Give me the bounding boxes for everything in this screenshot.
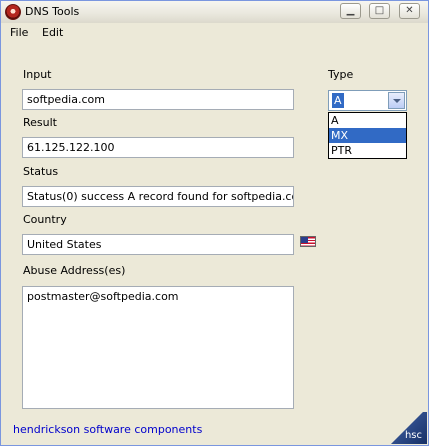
vendor-link[interactable]: hendrickson software components xyxy=(13,423,202,436)
menu-file[interactable]: File xyxy=(10,26,28,39)
type-option-mx[interactable]: MX xyxy=(329,128,406,143)
app-icon[interactable] xyxy=(5,4,21,20)
minimize-icon: ▁ xyxy=(346,5,355,16)
type-option-a[interactable]: A xyxy=(329,113,406,128)
status-field[interactable]: Status(0) success A record found for sof… xyxy=(22,186,294,207)
menu-edit[interactable]: Edit xyxy=(42,26,63,39)
dropdown-arrow-icon[interactable] xyxy=(388,92,405,109)
maximize-icon: □ xyxy=(374,5,385,16)
result-label: Result xyxy=(23,116,57,129)
type-select[interactable]: A xyxy=(328,90,407,111)
us-flag-icon xyxy=(300,236,316,247)
abuse-label: Abuse Address(es) xyxy=(23,264,126,277)
country-field[interactable]: United States xyxy=(22,234,294,255)
maximize-button[interactable]: □ xyxy=(369,3,390,19)
close-button[interactable]: ✕ xyxy=(399,3,420,19)
window-title: DNS Tools xyxy=(25,5,80,18)
type-label: Type xyxy=(328,68,354,81)
dns-tools-window: DNS Tools ▁ □ ✕ File Edit Input softpedi… xyxy=(0,0,429,446)
menu-bar: File Edit xyxy=(1,23,428,41)
type-option-ptr[interactable]: PTR xyxy=(329,143,406,158)
input-field[interactable]: softpedia.com xyxy=(22,89,294,110)
status-label: Status xyxy=(23,165,59,178)
minimize-button[interactable]: ▁ xyxy=(340,3,361,19)
country-label: Country xyxy=(23,213,67,226)
close-icon: ✕ xyxy=(405,5,414,16)
type-dropdown-list: A MX PTR xyxy=(328,112,407,159)
resize-grip[interactable]: hsc xyxy=(389,412,427,444)
abuse-addresses-textarea[interactable]: postmaster@softpedia.com xyxy=(22,286,294,409)
input-label: Input xyxy=(23,68,52,81)
result-field[interactable]: 61.125.122.100 xyxy=(22,137,294,158)
type-selected-value: A xyxy=(332,93,344,108)
title-bar[interactable]: DNS Tools ▁ □ ✕ xyxy=(1,1,428,24)
hsc-badge: hsc xyxy=(404,430,422,441)
